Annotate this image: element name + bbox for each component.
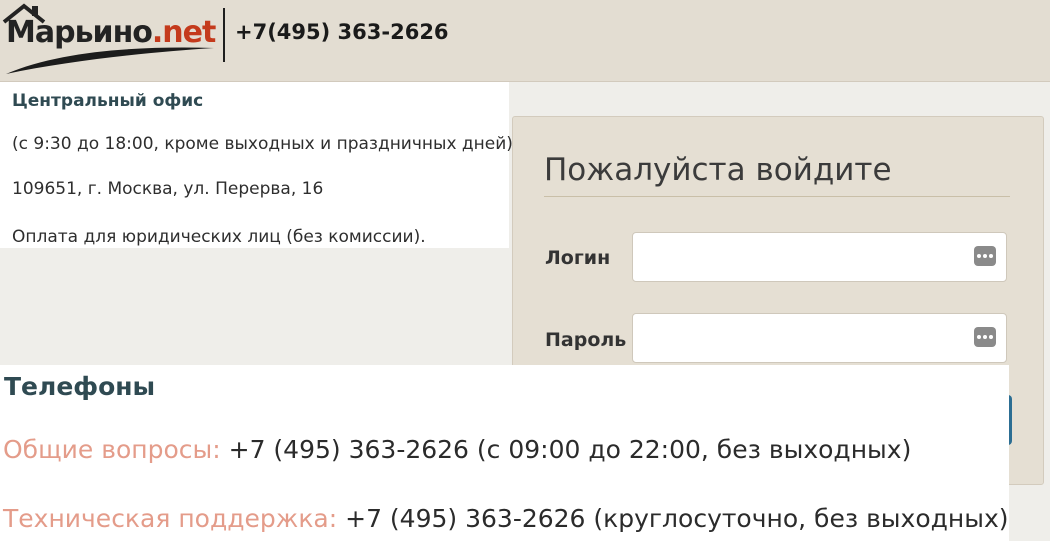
login-input[interactable] — [633, 233, 963, 281]
office-hours: (с 9:30 до 18:00, кроме выходных и празд… — [12, 134, 513, 154]
password-input[interactable] — [633, 314, 963, 362]
phones-title: Телефоны — [4, 372, 156, 401]
office-payment-note: Оплата для юридических лиц (без комиссии… — [12, 227, 426, 247]
phone-general-value[interactable]: +7 (495) 363-2626 (с 09:00 до 22:00, без… — [229, 435, 912, 464]
password-label: Пароль — [545, 329, 627, 351]
phones-panel: Телефоны Общие вопросы: +7 (495) 363-262… — [0, 365, 1009, 541]
logo-wordmark: Марьино.net — [6, 15, 216, 50]
office-info-panel: Центральный офис (с 9:30 до 18:00, кроме… — [0, 82, 513, 248]
phone-support-value[interactable]: +7 (495) 363-2626 (круглосуточно, без вы… — [345, 504, 1008, 533]
login-title: Пожалуйста войдите — [544, 152, 892, 188]
login-field[interactable] — [632, 232, 1007, 282]
password-manager-key-icon[interactable] — [974, 327, 996, 347]
phone-support-label: Техническая поддержка: — [3, 504, 338, 533]
header-divider — [223, 8, 225, 62]
logo-tld-text: .net — [151, 15, 216, 50]
password-manager-key-icon[interactable] — [974, 246, 996, 266]
login-label: Логин — [545, 247, 611, 269]
office-address: 109651, г. Москва, ул. Перерва, 16 — [12, 179, 324, 199]
password-field[interactable] — [632, 313, 1007, 363]
phone-general-label: Общие вопросы: — [3, 435, 221, 464]
site-header: Марьино.net +7(495) 363-2626 — [0, 0, 1050, 82]
office-title: Центральный офис — [12, 91, 204, 111]
phone-general-row: Общие вопросы: +7 (495) 363-2626 (с 09:0… — [3, 435, 911, 464]
login-title-divider — [544, 196, 1010, 197]
header-phone[interactable]: +7(495) 363-2626 — [235, 20, 449, 44]
site-logo[interactable]: Марьино.net — [2, 2, 217, 78]
logo-main-text: Марьино — [6, 15, 153, 50]
phone-support-row: Техническая поддержка: +7 (495) 363-2626… — [3, 504, 1009, 533]
